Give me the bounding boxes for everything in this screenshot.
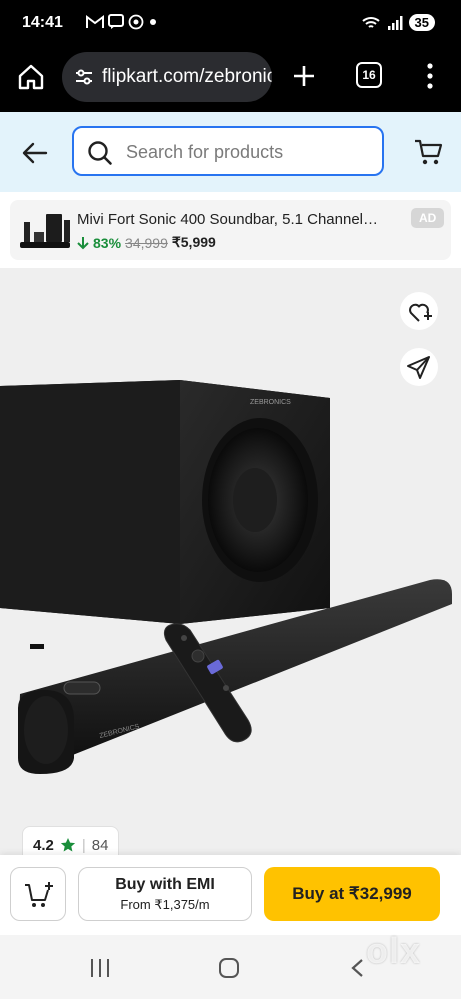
sponsored-section: Mivi Fort Sonic 400 Soundbar, 5.1 Channe… bbox=[0, 192, 461, 268]
rating-chip[interactable]: 4.2 | 84 bbox=[22, 826, 120, 855]
ad-price-row: 83% 34,999 ₹5,999 bbox=[77, 234, 216, 251]
purchase-action-bar: Buy with EMI From ₹1,375/m Buy at ₹32,99… bbox=[0, 855, 461, 935]
emi-title: Buy with EMI bbox=[115, 876, 215, 893]
status-bar: 14:41 35 bbox=[0, 0, 461, 48]
url-text: flipkart.com/zebronics bbox=[102, 66, 272, 87]
new-tab-icon[interactable] bbox=[290, 62, 318, 90]
ad-discount: 83% bbox=[93, 234, 122, 251]
product-image: ZEBRONICS ZEBRONICS bbox=[0, 380, 452, 774]
nav-home-icon[interactable] bbox=[218, 957, 240, 979]
sponsored-product-card[interactable]: Mivi Fort Sonic 400 Soundbar, 5.1 Channe… bbox=[10, 200, 451, 260]
buy-now-button[interactable]: Buy at ₹32,999 bbox=[264, 867, 440, 921]
wifi-icon bbox=[361, 16, 380, 28]
product-gallery[interactable]: ZEBRONICS ZEBRONICS 4.2 | 84 bbox=[0, 268, 461, 855]
system-icons: 35 bbox=[361, 14, 435, 31]
dot-icon bbox=[150, 19, 156, 25]
site-settings-icon[interactable] bbox=[74, 67, 94, 87]
rating-value: 4.2 bbox=[33, 837, 54, 854]
tab-switcher-button[interactable]: 16 bbox=[356, 62, 382, 88]
ad-mrp: 34,999 bbox=[125, 234, 168, 251]
svg-text:ZEBRONICS: ZEBRONICS bbox=[250, 399, 291, 406]
messages-icon bbox=[108, 14, 124, 29]
emi-subtitle: From ₹1,375/m bbox=[120, 897, 210, 912]
battery-icon: 35 bbox=[408, 14, 435, 31]
ad-price: ₹5,999 bbox=[171, 234, 216, 250]
share-button[interactable] bbox=[400, 348, 438, 386]
search-icon bbox=[88, 141, 112, 165]
recent-apps-icon[interactable] bbox=[88, 957, 112, 979]
ad-product-thumbnail bbox=[20, 214, 70, 248]
cart-icon[interactable] bbox=[412, 136, 446, 168]
search-input[interactable]: Search for products bbox=[72, 126, 384, 176]
home-icon[interactable] bbox=[16, 62, 46, 92]
status-time: 14:41 bbox=[22, 14, 63, 31]
down-arrow-icon bbox=[77, 236, 89, 249]
nav-back-icon[interactable] bbox=[348, 957, 368, 979]
whatsapp-icon bbox=[128, 14, 144, 30]
back-arrow-icon[interactable] bbox=[20, 138, 50, 168]
rating-count: 84 bbox=[91, 837, 109, 854]
star-icon bbox=[60, 838, 75, 852]
buy-with-emi-button[interactable]: Buy with EMI From ₹1,375/m bbox=[78, 867, 252, 921]
wishlist-button[interactable] bbox=[400, 292, 438, 330]
ad-badge: AD bbox=[411, 208, 445, 228]
send-icon bbox=[407, 356, 430, 379]
more-menu-icon[interactable] bbox=[420, 60, 440, 92]
cart-plus-icon bbox=[25, 882, 53, 907]
gmail-icon bbox=[86, 15, 104, 28]
olx-watermark: olx bbox=[366, 930, 422, 971]
signal-icon bbox=[387, 15, 403, 30]
address-bar[interactable]: flipkart.com/zebronics bbox=[62, 52, 272, 102]
search-placeholder: Search for products bbox=[126, 142, 284, 162]
heart-plus-icon bbox=[409, 303, 432, 322]
rating-separator: | bbox=[81, 837, 86, 854]
browser-toolbar: flipkart.com/zebronics 16 bbox=[0, 48, 461, 112]
ad-title: Mivi Fort Sonic 400 Soundbar, 5.1 Channe… bbox=[77, 211, 379, 228]
notification-icons bbox=[86, 14, 158, 30]
app-header: Search for products bbox=[0, 112, 461, 192]
add-to-cart-button[interactable] bbox=[10, 867, 66, 921]
